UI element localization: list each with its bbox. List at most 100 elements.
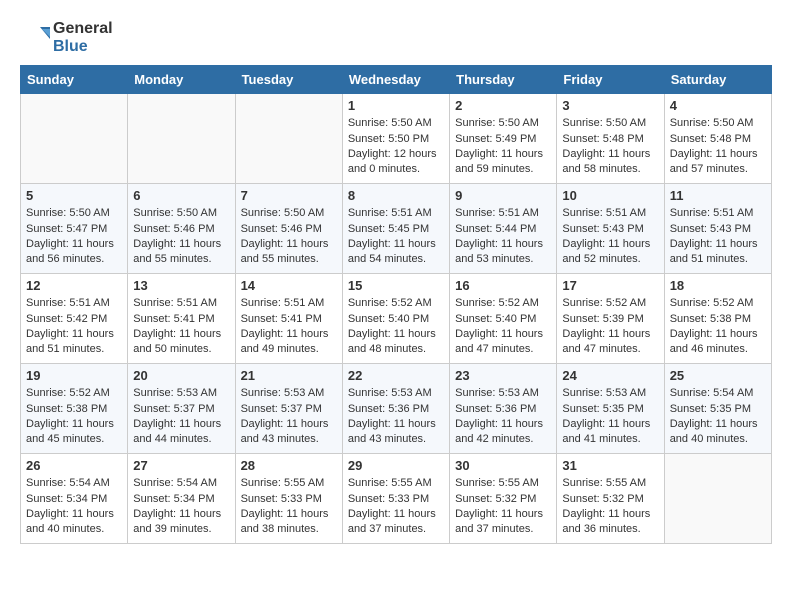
cell-info: Sunrise: 5:51 AM Sunset: 5:41 PM Dayligh… — [241, 296, 337, 358]
day-cell: 6 Sunrise: 5:50 AM Sunset: 5:46 PM Dayli… — [128, 184, 235, 274]
day-number: 10 — [562, 188, 658, 203]
week-row-2: 5 Sunrise: 5:50 AM Sunset: 5:47 PM Dayli… — [21, 184, 772, 274]
header-saturday: Saturday — [664, 66, 771, 94]
cell-info: Sunrise: 5:51 AM Sunset: 5:43 PM Dayligh… — [670, 206, 766, 268]
header-friday: Friday — [557, 66, 664, 94]
day-cell: 5 Sunrise: 5:50 AM Sunset: 5:47 PM Dayli… — [21, 184, 128, 274]
day-cell: 3 Sunrise: 5:50 AM Sunset: 5:48 PM Dayli… — [557, 94, 664, 184]
day-cell — [128, 94, 235, 184]
cell-info: Sunrise: 5:53 AM Sunset: 5:35 PM Dayligh… — [562, 386, 658, 448]
day-cell: 4 Sunrise: 5:50 AM Sunset: 5:48 PM Dayli… — [664, 94, 771, 184]
day-cell: 25 Sunrise: 5:54 AM Sunset: 5:35 PM Dayl… — [664, 364, 771, 454]
day-cell: 2 Sunrise: 5:50 AM Sunset: 5:49 PM Dayli… — [450, 94, 557, 184]
page-header: General Blue — [20, 20, 772, 55]
day-cell: 8 Sunrise: 5:51 AM Sunset: 5:45 PM Dayli… — [342, 184, 449, 274]
day-number: 23 — [455, 368, 551, 383]
day-number: 20 — [133, 368, 229, 383]
cell-info: Sunrise: 5:55 AM Sunset: 5:33 PM Dayligh… — [348, 476, 444, 538]
day-number: 13 — [133, 278, 229, 293]
cell-info: Sunrise: 5:50 AM Sunset: 5:50 PM Dayligh… — [348, 116, 444, 178]
cell-info: Sunrise: 5:53 AM Sunset: 5:36 PM Dayligh… — [455, 386, 551, 448]
header-row: SundayMondayTuesdayWednesdayThursdayFrid… — [21, 66, 772, 94]
cell-info: Sunrise: 5:53 AM Sunset: 5:36 PM Dayligh… — [348, 386, 444, 448]
day-number: 6 — [133, 188, 229, 203]
day-cell: 27 Sunrise: 5:54 AM Sunset: 5:34 PM Dayl… — [128, 454, 235, 544]
day-cell: 14 Sunrise: 5:51 AM Sunset: 5:41 PM Dayl… — [235, 274, 342, 364]
cell-info: Sunrise: 5:55 AM Sunset: 5:33 PM Dayligh… — [241, 476, 337, 538]
cell-info: Sunrise: 5:54 AM Sunset: 5:34 PM Dayligh… — [26, 476, 122, 538]
day-number: 30 — [455, 458, 551, 473]
week-row-5: 26 Sunrise: 5:54 AM Sunset: 5:34 PM Dayl… — [21, 454, 772, 544]
cell-info: Sunrise: 5:52 AM Sunset: 5:38 PM Dayligh… — [26, 386, 122, 448]
day-number: 4 — [670, 98, 766, 113]
day-cell: 15 Sunrise: 5:52 AM Sunset: 5:40 PM Dayl… — [342, 274, 449, 364]
cell-info: Sunrise: 5:51 AM Sunset: 5:43 PM Dayligh… — [562, 206, 658, 268]
week-row-4: 19 Sunrise: 5:52 AM Sunset: 5:38 PM Dayl… — [21, 364, 772, 454]
logo-blue: Blue — [53, 38, 113, 56]
cell-info: Sunrise: 5:52 AM Sunset: 5:40 PM Dayligh… — [348, 296, 444, 358]
logo-bird-icon — [20, 23, 50, 53]
day-cell: 30 Sunrise: 5:55 AM Sunset: 5:32 PM Dayl… — [450, 454, 557, 544]
cell-info: Sunrise: 5:50 AM Sunset: 5:47 PM Dayligh… — [26, 206, 122, 268]
day-number: 31 — [562, 458, 658, 473]
header-tuesday: Tuesday — [235, 66, 342, 94]
day-number: 19 — [26, 368, 122, 383]
day-cell: 20 Sunrise: 5:53 AM Sunset: 5:37 PM Dayl… — [128, 364, 235, 454]
cell-info: Sunrise: 5:50 AM Sunset: 5:48 PM Dayligh… — [670, 116, 766, 178]
day-cell — [664, 454, 771, 544]
cell-info: Sunrise: 5:55 AM Sunset: 5:32 PM Dayligh… — [562, 476, 658, 538]
cell-info: Sunrise: 5:50 AM Sunset: 5:46 PM Dayligh… — [241, 206, 337, 268]
cell-info: Sunrise: 5:55 AM Sunset: 5:32 PM Dayligh… — [455, 476, 551, 538]
day-number: 24 — [562, 368, 658, 383]
cell-info: Sunrise: 5:54 AM Sunset: 5:35 PM Dayligh… — [670, 386, 766, 448]
day-cell: 13 Sunrise: 5:51 AM Sunset: 5:41 PM Dayl… — [128, 274, 235, 364]
day-number: 16 — [455, 278, 551, 293]
cell-info: Sunrise: 5:51 AM Sunset: 5:42 PM Dayligh… — [26, 296, 122, 358]
day-cell: 9 Sunrise: 5:51 AM Sunset: 5:44 PM Dayli… — [450, 184, 557, 274]
cell-info: Sunrise: 5:54 AM Sunset: 5:34 PM Dayligh… — [133, 476, 229, 538]
day-number: 21 — [241, 368, 337, 383]
header-sunday: Sunday — [21, 66, 128, 94]
cell-info: Sunrise: 5:51 AM Sunset: 5:45 PM Dayligh… — [348, 206, 444, 268]
day-cell — [235, 94, 342, 184]
day-number: 17 — [562, 278, 658, 293]
cell-info: Sunrise: 5:50 AM Sunset: 5:49 PM Dayligh… — [455, 116, 551, 178]
day-number: 7 — [241, 188, 337, 203]
header-monday: Monday — [128, 66, 235, 94]
day-cell: 29 Sunrise: 5:55 AM Sunset: 5:33 PM Dayl… — [342, 454, 449, 544]
day-number: 26 — [26, 458, 122, 473]
day-cell: 28 Sunrise: 5:55 AM Sunset: 5:33 PM Dayl… — [235, 454, 342, 544]
day-cell: 21 Sunrise: 5:53 AM Sunset: 5:37 PM Dayl… — [235, 364, 342, 454]
day-cell: 22 Sunrise: 5:53 AM Sunset: 5:36 PM Dayl… — [342, 364, 449, 454]
logo-general: General — [53, 20, 113, 38]
day-number: 22 — [348, 368, 444, 383]
day-cell: 1 Sunrise: 5:50 AM Sunset: 5:50 PM Dayli… — [342, 94, 449, 184]
header-thursday: Thursday — [450, 66, 557, 94]
header-wednesday: Wednesday — [342, 66, 449, 94]
cell-info: Sunrise: 5:51 AM Sunset: 5:44 PM Dayligh… — [455, 206, 551, 268]
day-number: 14 — [241, 278, 337, 293]
day-cell: 10 Sunrise: 5:51 AM Sunset: 5:43 PM Dayl… — [557, 184, 664, 274]
day-number: 12 — [26, 278, 122, 293]
day-number: 1 — [348, 98, 444, 113]
day-cell: 23 Sunrise: 5:53 AM Sunset: 5:36 PM Dayl… — [450, 364, 557, 454]
day-number: 15 — [348, 278, 444, 293]
day-cell — [21, 94, 128, 184]
day-cell: 7 Sunrise: 5:50 AM Sunset: 5:46 PM Dayli… — [235, 184, 342, 274]
day-cell: 24 Sunrise: 5:53 AM Sunset: 5:35 PM Dayl… — [557, 364, 664, 454]
day-number: 25 — [670, 368, 766, 383]
day-number: 11 — [670, 188, 766, 203]
day-number: 28 — [241, 458, 337, 473]
day-number: 2 — [455, 98, 551, 113]
day-cell: 16 Sunrise: 5:52 AM Sunset: 5:40 PM Dayl… — [450, 274, 557, 364]
cell-info: Sunrise: 5:52 AM Sunset: 5:39 PM Dayligh… — [562, 296, 658, 358]
cell-info: Sunrise: 5:52 AM Sunset: 5:40 PM Dayligh… — [455, 296, 551, 358]
day-number: 18 — [670, 278, 766, 293]
week-row-3: 12 Sunrise: 5:51 AM Sunset: 5:42 PM Dayl… — [21, 274, 772, 364]
day-cell: 17 Sunrise: 5:52 AM Sunset: 5:39 PM Dayl… — [557, 274, 664, 364]
day-cell: 11 Sunrise: 5:51 AM Sunset: 5:43 PM Dayl… — [664, 184, 771, 274]
cell-info: Sunrise: 5:53 AM Sunset: 5:37 PM Dayligh… — [241, 386, 337, 448]
cell-info: Sunrise: 5:50 AM Sunset: 5:46 PM Dayligh… — [133, 206, 229, 268]
day-number: 8 — [348, 188, 444, 203]
cell-info: Sunrise: 5:51 AM Sunset: 5:41 PM Dayligh… — [133, 296, 229, 358]
